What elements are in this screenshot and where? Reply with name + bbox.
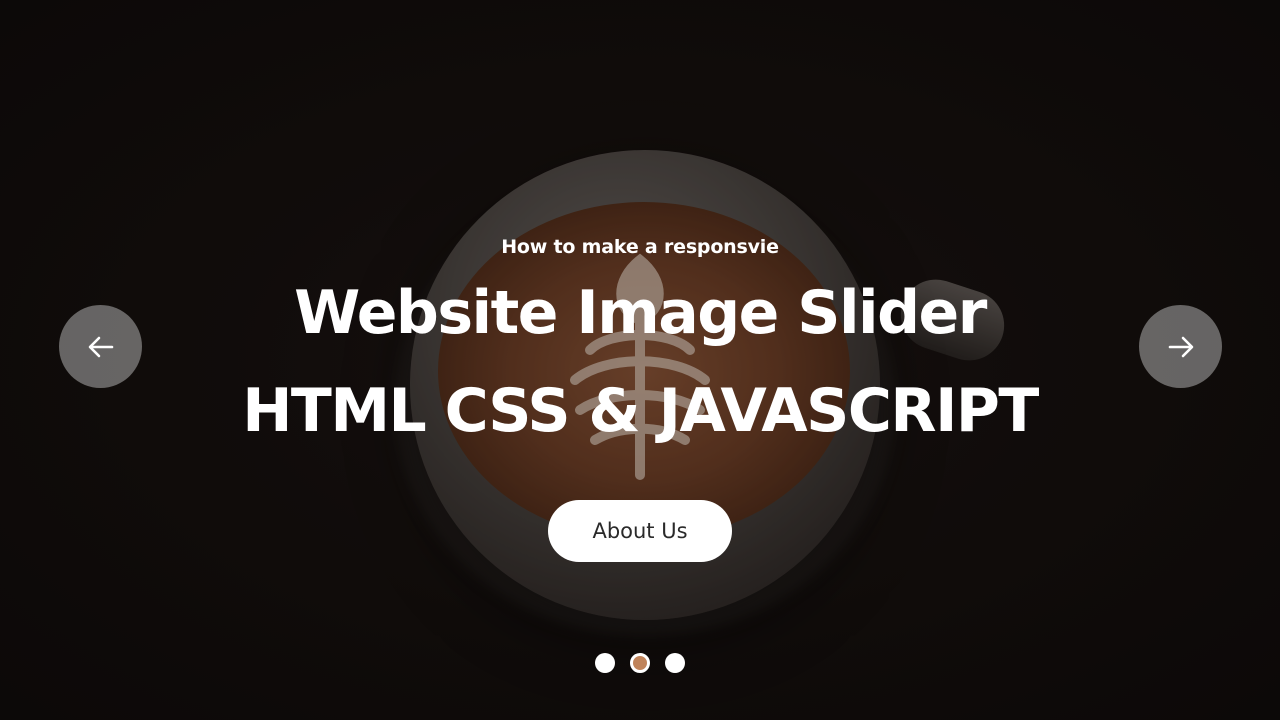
next-slide-button[interactable] <box>1139 305 1222 388</box>
slide-title-line-2: HTML CSS & JAVASCRIPT <box>242 376 1039 446</box>
pagination-dot-1[interactable] <box>595 653 615 673</box>
slide-title-line-1: Website Image Slider <box>294 278 987 348</box>
about-us-button[interactable]: About Us <box>548 500 732 562</box>
image-slider: How to make a responsvie Website Image S… <box>0 0 1280 720</box>
pagination-dot-2-active[interactable] <box>630 653 650 673</box>
slide-content: How to make a responsvie Website Image S… <box>0 0 1280 720</box>
arrow-right-icon <box>1168 336 1193 357</box>
pagination-dot-3[interactable] <box>665 653 685 673</box>
pagination-dots <box>0 653 1280 673</box>
previous-slide-button[interactable] <box>59 305 142 388</box>
slide-subtitle: How to make a responsvie <box>501 236 779 258</box>
arrow-left-icon <box>88 336 113 357</box>
